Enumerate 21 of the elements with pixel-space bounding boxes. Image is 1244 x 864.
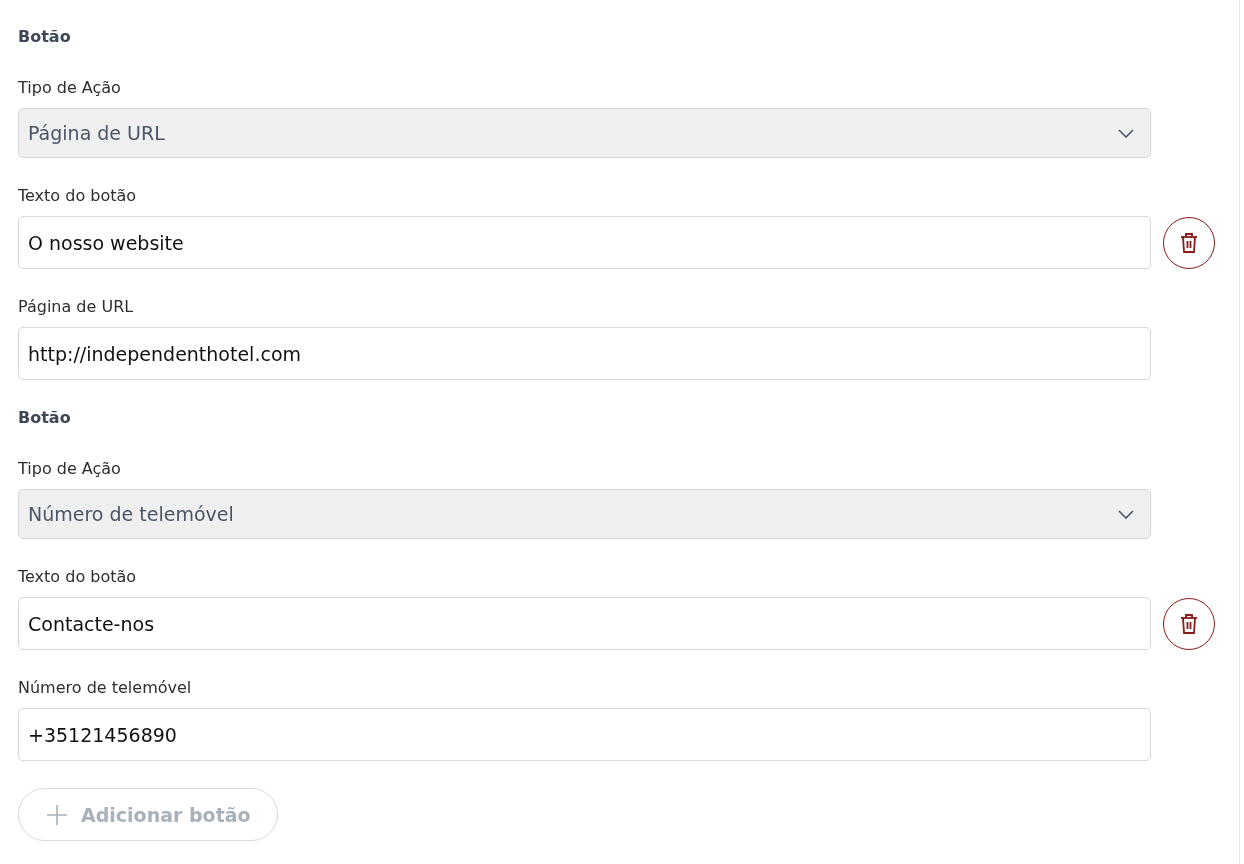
field-label: Texto do botão (18, 186, 138, 206)
plus-icon (47, 804, 67, 825)
section-heading: Botão (18, 408, 72, 428)
field-label: Tipo de Ação (18, 459, 122, 479)
delete-button[interactable] (1163, 216, 1215, 269)
input-field[interactable]: http://independenthotel.com (18, 327, 1151, 380)
input-field[interactable]: O nosso website (18, 216, 1151, 269)
field-label: Tipo de Ação (18, 78, 122, 98)
input-field[interactable]: +35121456890 (18, 708, 1151, 761)
dropdown[interactable]: Página de URL (18, 108, 1151, 158)
chevron-down-icon (1118, 128, 1134, 138)
section-heading: Botão (18, 27, 72, 47)
delete-button[interactable] (1163, 597, 1215, 650)
dropdown[interactable]: Número de telemóvel (18, 489, 1151, 539)
field-label: Página de URL (18, 297, 135, 317)
trash-icon (1180, 232, 1198, 253)
trash-icon (1180, 613, 1198, 634)
field-label: Texto do botão (18, 567, 138, 587)
input-field[interactable]: Contacte-nos (18, 597, 1151, 650)
field-label: Número de telemóvel (18, 678, 193, 698)
chevron-down-icon (1118, 509, 1134, 519)
